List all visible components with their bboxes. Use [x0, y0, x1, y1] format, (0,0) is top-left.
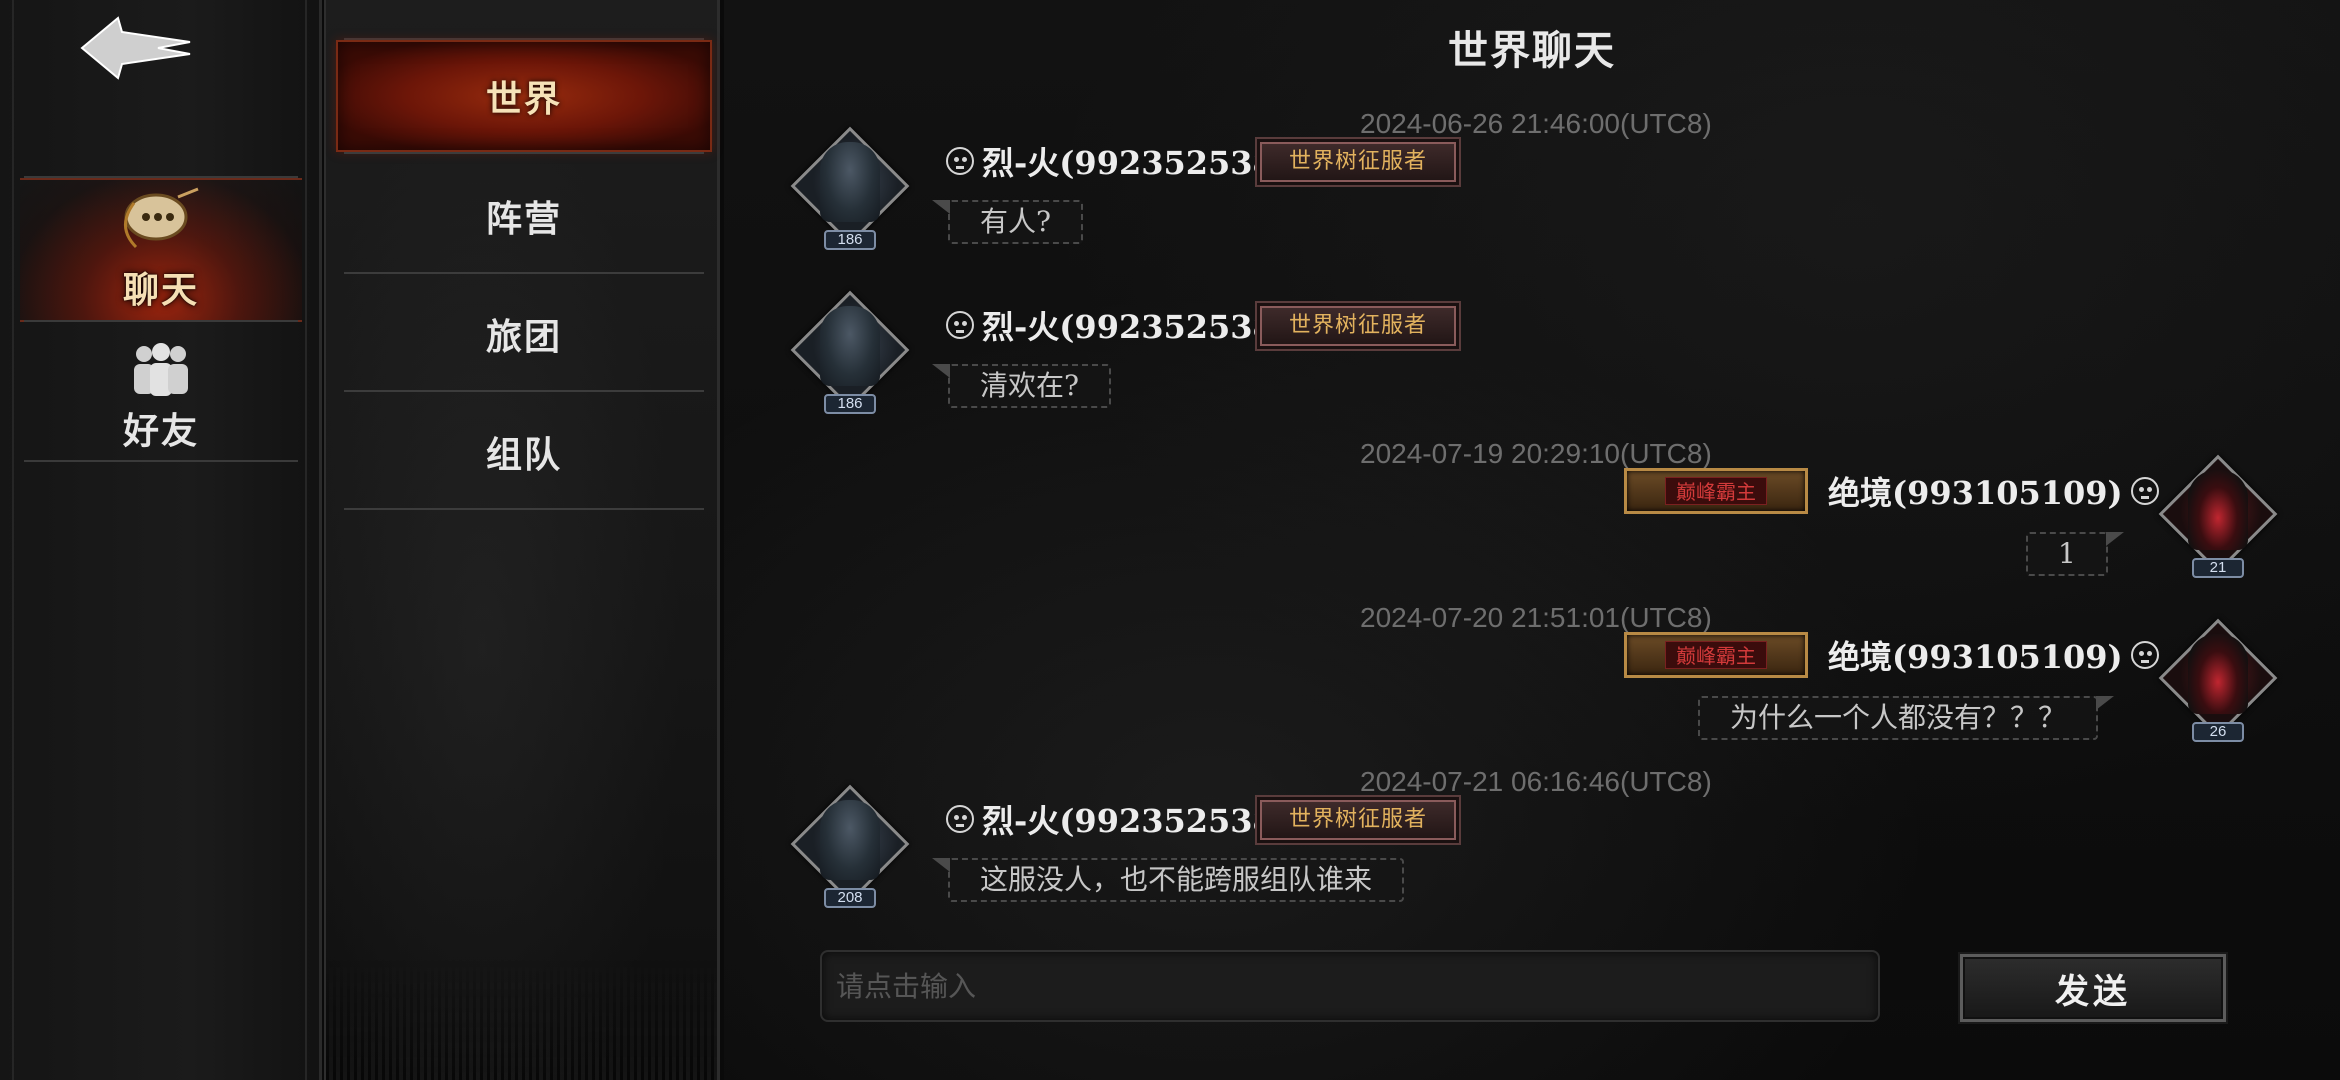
tab-guild[interactable]: 旅团 — [336, 278, 712, 390]
skull-icon — [2130, 641, 2159, 669]
friends-icon — [134, 343, 188, 396]
message-username[interactable]: 绝境(993105109) — [1828, 468, 2159, 514]
message-username[interactable]: 烈-火(992352538) — [946, 796, 1290, 842]
page-title: 世界聊天 — [1448, 27, 1616, 74]
channel-divider — [344, 390, 704, 392]
message-username[interactable]: 烈-火(992352538) — [946, 302, 1290, 348]
rail-item-friends[interactable]: 好友 — [20, 336, 302, 460]
chat-icon — [124, 187, 199, 249]
avatar[interactable]: 186 — [790, 290, 910, 414]
level-badge: 208 — [824, 888, 876, 908]
message-bubble: 为什么一个人都没有？？？ — [1698, 696, 2115, 740]
channel-list: 世界 阵营 旅团 组队 — [324, 0, 720, 1080]
rail-divider — [24, 460, 298, 462]
skull-icon — [946, 311, 974, 339]
avatar[interactable]: 186 — [790, 126, 910, 250]
title-badge: 巅峰霸主 — [1624, 468, 1808, 514]
skull-icon — [946, 147, 974, 175]
message-timestamp: 2024-07-21 06:16:46(UTC8) — [1360, 766, 1712, 797]
title-badge: 世界树征服者 — [1260, 800, 1456, 840]
avatar[interactable]: 21 — [2158, 454, 2278, 578]
level-badge: 186 — [824, 230, 876, 250]
channel-divider — [344, 272, 704, 274]
title-badge: 世界树征服者 — [1260, 306, 1456, 346]
left-nav-rail: 聊天 好友 — [0, 0, 322, 1080]
username-text: 烈-火(992352538) — [982, 308, 1290, 346]
message-timestamp: 2024-06-26 21:46:00(UTC8) — [1360, 108, 1712, 139]
message-username[interactable]: 烈-火(992352538) — [946, 138, 1290, 184]
rail-item-chat[interactable]: 聊天 — [20, 178, 302, 322]
level-badge: 26 — [2192, 722, 2244, 742]
avatar[interactable]: 26 — [2158, 618, 2278, 742]
channel-divider — [344, 152, 704, 154]
rail-divider — [24, 320, 298, 322]
tab-faction[interactable]: 阵营 — [336, 160, 712, 272]
rail-item-label: 好友 — [122, 410, 199, 452]
username-text: 绝境(993105109) — [1828, 474, 2123, 512]
message-timestamp: 2024-07-20 21:51:01(UTC8) — [1360, 602, 1712, 633]
title-badge-text: 巅峰霸主 — [1665, 477, 1767, 505]
tab-label: 旅团 — [485, 316, 562, 358]
chat-input[interactable] — [820, 950, 1880, 1022]
tab-team[interactable]: 组队 — [336, 396, 712, 508]
back-arrow-icon — [80, 16, 191, 80]
username-text: 绝境(993105109) — [1828, 638, 2123, 676]
skull-icon — [946, 805, 974, 833]
rail-item-label: 聊天 — [122, 269, 199, 311]
message-bubble: 有人? — [931, 200, 1084, 244]
title-badge: 世界树征服者 — [1260, 142, 1456, 182]
back-button[interactable] — [78, 12, 198, 84]
chat-panel: 世界聊天 2024-06-26 21:46:00(UTC8) 186 烈-火(9… — [724, 0, 2340, 1080]
skull-icon — [2130, 477, 2159, 505]
level-badge: 186 — [824, 394, 876, 414]
username-text: 烈-火(992352538) — [982, 802, 1290, 840]
message-timestamp: 2024-07-19 20:29:10(UTC8) — [1360, 438, 1712, 469]
tab-label: 阵营 — [485, 198, 562, 240]
tab-world[interactable]: 世界 — [336, 40, 712, 152]
send-button[interactable]: 发送 — [1960, 954, 2226, 1022]
message-bubble: 这服没人，也不能跨服组队谁来 — [931, 858, 1405, 902]
channel-divider — [344, 508, 704, 510]
message-username[interactable]: 绝境(993105109) — [1828, 632, 2159, 678]
tab-label: 组队 — [485, 434, 562, 476]
level-badge: 21 — [2192, 558, 2244, 578]
message-bubble: 清欢在? — [931, 364, 1112, 408]
avatar[interactable]: 208 — [790, 784, 910, 908]
title-badge-text: 巅峰霸主 — [1665, 641, 1767, 669]
username-text: 烈-火(992352538) — [982, 144, 1290, 182]
tab-label: 世界 — [485, 78, 562, 120]
message-bubble: 1 — [2026, 532, 2124, 576]
title-badge: 巅峰霸主 — [1624, 632, 1808, 678]
